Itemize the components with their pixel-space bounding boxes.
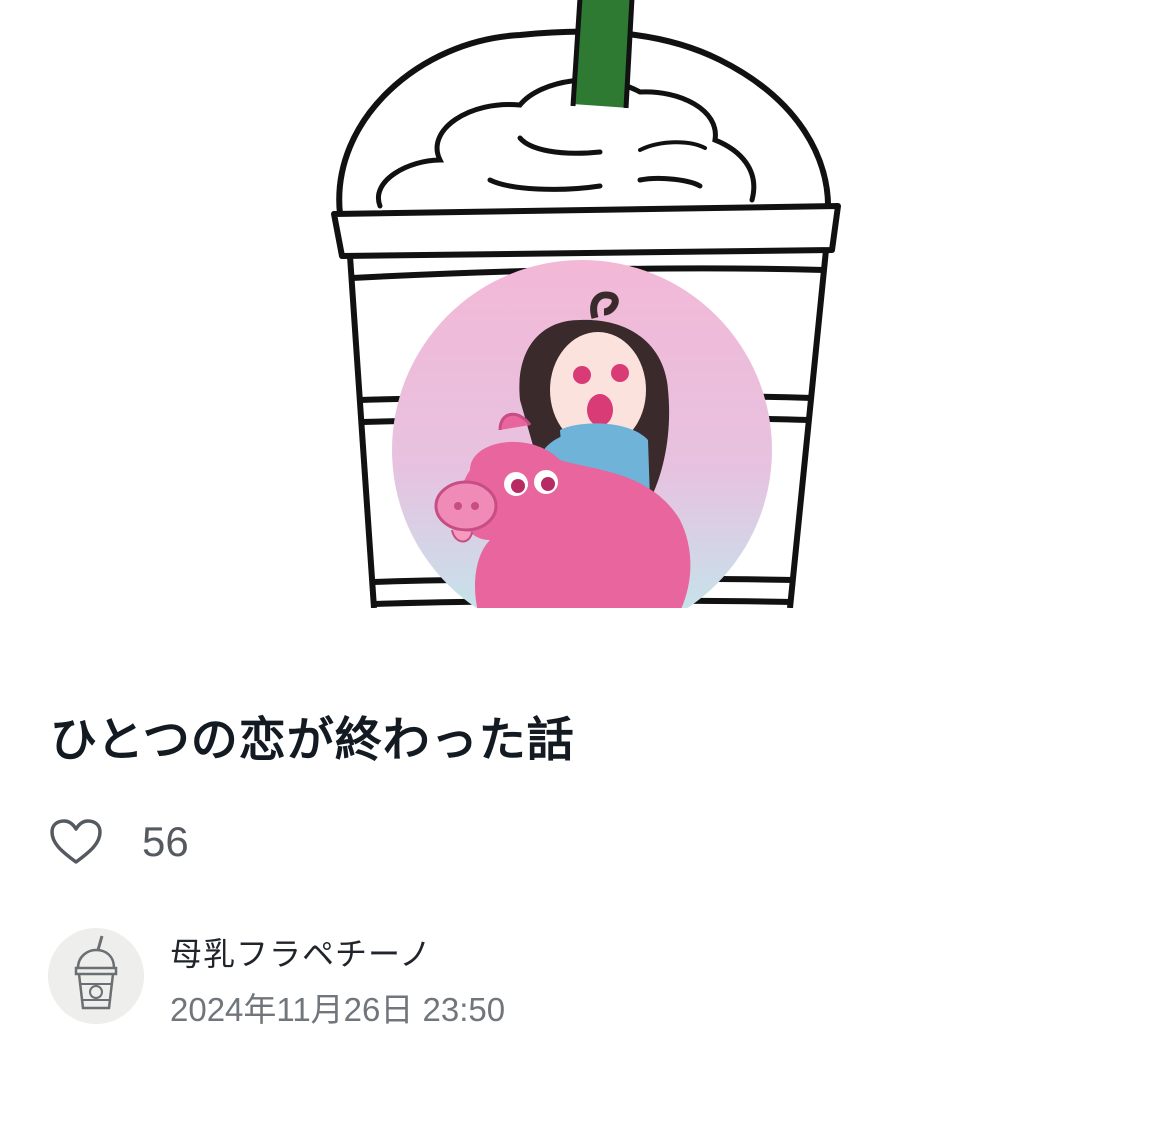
author-avatar[interactable]	[48, 928, 144, 1024]
heart-icon	[50, 819, 102, 864]
frappuccino-illustration	[331, 0, 841, 608]
author-row: 母乳フラペチーノ 2024年11月26日 23:50	[48, 928, 505, 1030]
author-meta: 母乳フラペチーノ 2024年11月26日 23:50	[170, 932, 505, 1030]
post-date: 2024年11月26日 23:50	[170, 991, 506, 1028]
header-image	[0, 0, 1170, 608]
frappuccino-cup-icon	[48, 928, 144, 1024]
like-row: 56	[50, 812, 189, 872]
like-count: 56	[142, 818, 189, 865]
like-button[interactable]	[48, 814, 104, 870]
article-title: ひとつの恋が終わった話	[50, 713, 575, 768]
author-name[interactable]: 母乳フラペチーノ	[170, 932, 505, 976]
